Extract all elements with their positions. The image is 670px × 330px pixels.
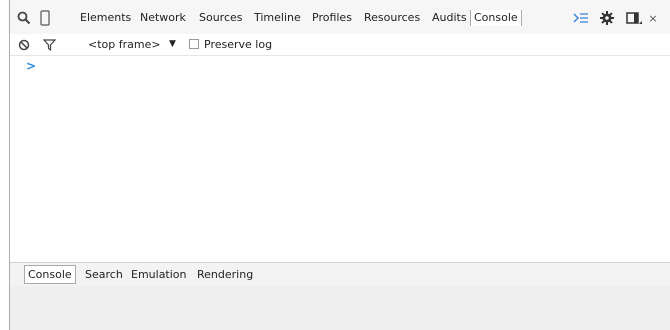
tab-elements[interactable]: Elements [80,10,131,26]
close-icon[interactable]: × [647,9,659,27]
search-icon[interactable] [16,9,32,27]
console-toolbar: <top frame> ▼ [10,34,670,56]
tab-timeline[interactable]: Timeline [254,10,301,26]
console-output[interactable] [10,56,670,262]
clear-console-icon[interactable] [16,36,32,54]
drawer-tab-search[interactable]: Search [85,266,123,283]
settings-gear-icon[interactable] [599,9,615,27]
drawer-tab-bar: Console Search Emulation Rendering [10,262,670,287]
device-mode-icon[interactable] [38,9,52,27]
drawer-content [10,286,670,330]
main-toolbar: Elements Network Sources Timeline Profil… [10,0,670,35]
tab-audits[interactable]: Audits [432,10,467,26]
tab-resources[interactable]: Resources [364,10,420,26]
frame-selector[interactable]: <top frame> [88,37,161,52]
drawer-tab-rendering[interactable]: Rendering [197,266,253,283]
drawer-tab-emulation[interactable]: Emulation [131,266,187,283]
tab-network[interactable]: Network [140,10,186,26]
tab-sources[interactable]: Sources [199,10,243,26]
dock-side-icon[interactable] [625,9,643,27]
drawer-toggle-icon[interactable] [573,9,589,27]
filter-icon[interactable] [41,36,57,54]
drawer-tab-console[interactable]: Console [24,265,76,284]
console-prompt[interactable]: > [26,59,36,73]
preserve-log-label: Preserve log [204,38,273,51]
tab-profiles[interactable]: Profiles [312,10,352,26]
tab-console[interactable]: Console [470,10,522,26]
devtools-panel: Elements Network Sources Timeline Profil… [9,0,670,330]
preserve-log-checkbox[interactable] [189,39,199,49]
frame-dropdown-arrow-icon[interactable]: ▼ [169,37,176,52]
